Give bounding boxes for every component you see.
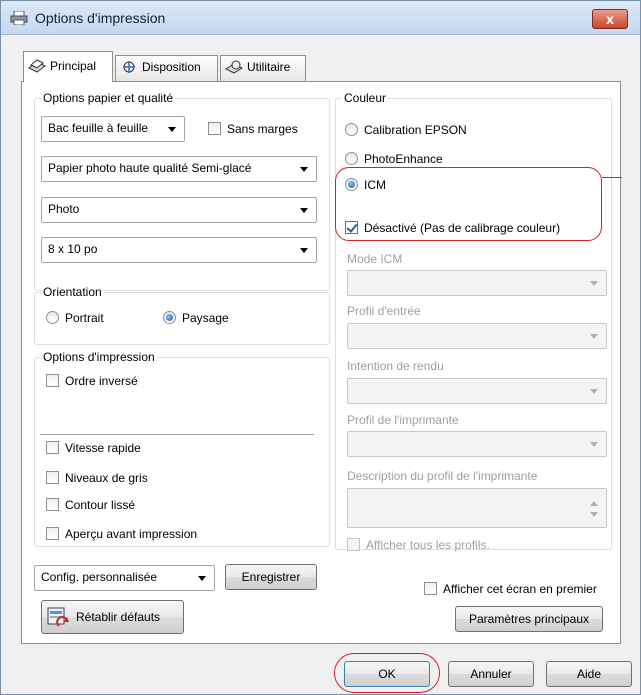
chevron-down-icon: [168, 127, 176, 132]
borderless-label: Sans marges: [227, 122, 298, 136]
close-icon: x: [606, 11, 614, 27]
show-all-profiles-checkbox[interactable]: [347, 538, 360, 551]
tab-label: Principal: [50, 59, 97, 73]
paper-size-value: 8 x 10 po: [48, 242, 98, 256]
tab-utilitaire[interactable]: Utilitaire: [220, 55, 306, 81]
divider: [40, 434, 314, 435]
printer-profile-description-field[interactable]: [347, 488, 607, 528]
reverse-order-label: Ordre inversé: [65, 374, 138, 388]
icm-mode-label: Mode ICM: [347, 252, 403, 266]
save-settings-button[interactable]: Enregistrer: [225, 564, 317, 590]
ok-highlight: [334, 653, 440, 693]
rendering-intent-select[interactable]: [347, 378, 607, 404]
paper-source-value: Bac feuille à feuille: [48, 121, 149, 135]
icm-mode-select[interactable]: [347, 270, 607, 296]
grayscale-label: Niveaux de gris: [65, 471, 148, 485]
tab-principal[interactable]: Principal: [23, 51, 113, 82]
title-bar[interactable]: Options d'impression x: [1, 1, 640, 35]
printer-icon: [10, 11, 28, 25]
show-screen-first-checkbox[interactable]: [424, 582, 437, 595]
chevron-down-icon: [198, 576, 206, 581]
callout-line: [602, 177, 622, 178]
scroll-spinner[interactable]: [586, 492, 602, 526]
paper-size-select[interactable]: 8 x 10 po: [41, 237, 317, 263]
smooth-edge-label: Contour lissé: [65, 498, 136, 512]
reset-defaults-button[interactable]: Rétablir défauts: [41, 600, 184, 634]
landscape-radio[interactable]: [163, 311, 176, 324]
chevron-down-icon: [590, 442, 598, 447]
help-button[interactable]: Aide: [546, 661, 632, 687]
photoenhance-label: PhotoEnhance: [364, 152, 443, 166]
window-title: Options d'impression: [35, 10, 166, 26]
group-title: Options papier et qualité: [41, 91, 176, 105]
chevron-down-icon: [590, 334, 598, 339]
media-type-value: Papier photo haute qualité Semi-glacé: [48, 161, 252, 175]
chevron-down-icon: [300, 167, 308, 172]
group-title: Couleur: [342, 91, 389, 105]
printer-profile-description-label: Description du profil de l'imprimante: [347, 469, 538, 483]
button-label: Paramètres principaux: [468, 612, 590, 626]
tab-label: Disposition: [142, 60, 201, 74]
button-label: Rétablir défauts: [76, 610, 161, 624]
quality-select[interactable]: Photo: [41, 197, 317, 223]
grayscale-checkbox[interactable]: [46, 471, 59, 484]
printer-profile-select[interactable]: [347, 431, 607, 457]
button-label: Enregistrer: [241, 570, 301, 584]
custom-settings-select[interactable]: Config. personnalisée: [34, 565, 215, 591]
chevron-down-icon: [300, 248, 308, 253]
tab-disposition[interactable]: Disposition: [115, 55, 218, 81]
smooth-edge-checkbox[interactable]: [46, 498, 59, 511]
custom-settings-value: Config. personnalisée: [41, 570, 158, 584]
portrait-radio[interactable]: [46, 311, 59, 324]
group-title: Orientation: [41, 285, 104, 299]
high-speed-label: Vitesse rapide: [65, 441, 141, 455]
landscape-label: Paysage: [182, 311, 229, 325]
close-button[interactable]: x: [592, 9, 628, 29]
paper-source-select[interactable]: Bac feuille à feuille: [41, 116, 185, 142]
chevron-down-icon: [300, 208, 308, 213]
tab-label: Utilitaire: [247, 60, 291, 74]
chevron-down-icon: [590, 512, 598, 517]
paper-stack-icon: [28, 59, 46, 73]
epson-calibration-label: Calibration EPSON: [364, 123, 467, 137]
quality-value: Photo: [48, 202, 80, 216]
print-options-window: Options d'impression x Principal Disposi…: [0, 0, 641, 695]
main-settings-button[interactable]: Paramètres principaux: [455, 606, 603, 632]
show-all-profiles-label: Afficher tous les profils.: [366, 538, 490, 552]
layout-arrows-icon: [123, 61, 135, 73]
high-speed-checkbox[interactable]: [46, 441, 59, 454]
print-preview-label: Aperçu avant impression: [65, 527, 198, 541]
reverse-order-checkbox[interactable]: [46, 374, 59, 387]
rendering-intent-label: Intention de rendu: [347, 359, 444, 373]
group-title: Options d'impression: [41, 350, 157, 364]
chevron-up-icon: [590, 501, 598, 506]
button-label: Aide: [576, 667, 602, 681]
media-type-select[interactable]: Papier photo haute qualité Semi-glacé: [41, 156, 317, 182]
photoenhance-radio[interactable]: [345, 152, 358, 165]
input-profile-select[interactable]: [347, 323, 607, 349]
chevron-down-icon: [590, 389, 598, 394]
maintenance-icon: [225, 60, 243, 74]
epson-calibration-radio[interactable]: [345, 123, 358, 136]
chevron-down-icon: [590, 281, 598, 286]
icm-highlight: [335, 167, 602, 241]
cancel-button[interactable]: Annuler: [448, 661, 534, 687]
input-profile-label: Profil d'entrée: [347, 304, 421, 318]
button-label: Annuler: [470, 667, 512, 681]
print-preview-checkbox[interactable]: [46, 527, 59, 540]
portrait-label: Portrait: [65, 311, 104, 325]
show-screen-first-label: Afficher cet écran en premier: [443, 582, 597, 596]
principal-panel: Options papier et qualité Bac feuille à …: [21, 81, 622, 644]
reset-defaults-icon: [47, 607, 69, 627]
printer-profile-label: Profil de l'imprimante: [347, 413, 459, 427]
borderless-checkbox[interactable]: [208, 122, 221, 135]
